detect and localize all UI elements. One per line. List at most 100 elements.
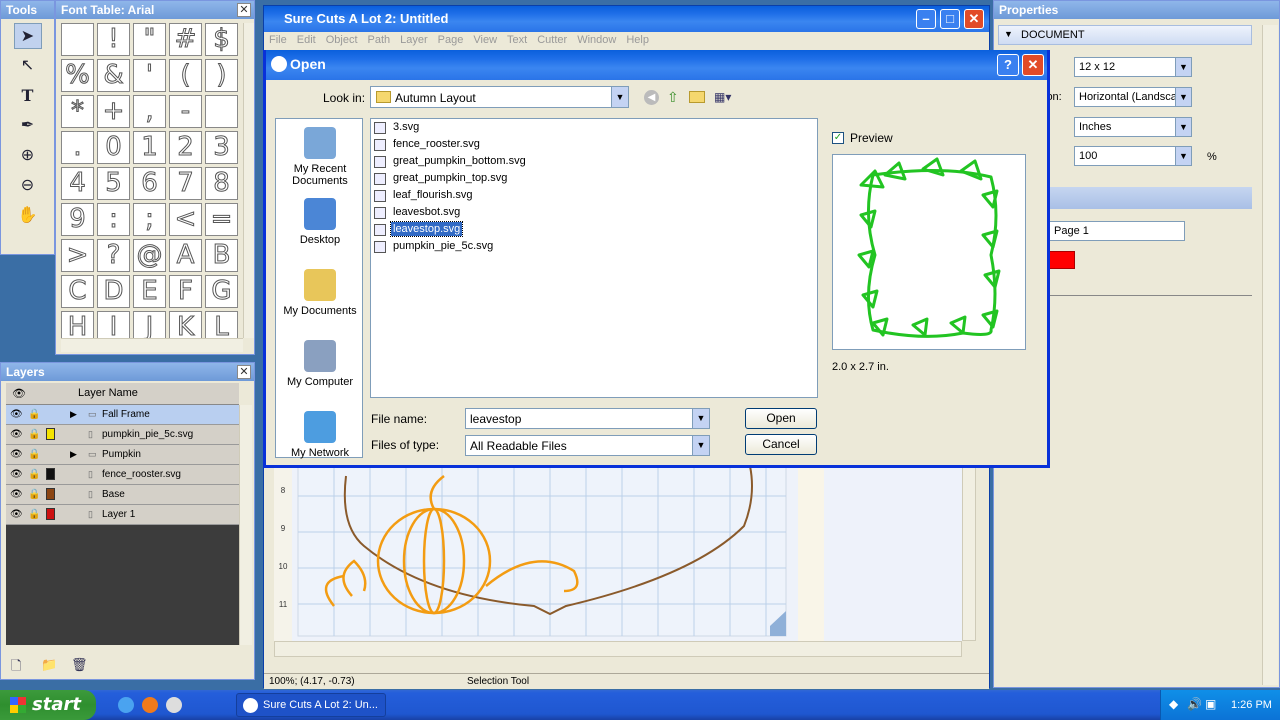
chevron-down-icon[interactable]: ▼: [692, 409, 709, 428]
lock-icon[interactable]: 🔒: [28, 449, 40, 460]
properties-scrollbar[interactable]: [1262, 25, 1278, 685]
font-table-scrollbar[interactable]: [243, 23, 254, 338]
glyph-cell[interactable]: 5: [97, 167, 130, 200]
start-button[interactable]: start: [0, 690, 96, 720]
zoom-in-icon[interactable]: ⊕: [14, 143, 42, 169]
collapse-icon[interactable]: ▼: [1004, 29, 1013, 39]
layer-row[interactable]: 👁 🔒 ▶ ▭ Pumpkin: [6, 445, 239, 465]
glyph-cell[interactable]: I: [97, 311, 130, 338]
glyph-cell[interactable]: J: [133, 311, 166, 338]
layer-color-swatch[interactable]: [46, 488, 55, 500]
glyph-cell[interactable]: B: [205, 239, 238, 272]
help-icon[interactable]: ?: [997, 54, 1019, 76]
delete-layer-icon[interactable]: 🗑: [71, 657, 88, 673]
preview-checkbox[interactable]: ✓: [832, 132, 844, 144]
back-icon[interactable]: ◀: [644, 90, 659, 105]
orientation-select[interactable]: Horizontal (Landscap ▼: [1074, 87, 1192, 107]
canvas-hscrollbar[interactable]: [274, 641, 962, 657]
place-recent-documents[interactable]: My Recent Documents: [276, 127, 364, 187]
layer-color-swatch[interactable]: [46, 468, 55, 480]
file-item[interactable]: 3.svg: [374, 121, 421, 136]
file-item[interactable]: pumpkin_pie_5c.svg: [374, 240, 495, 255]
menu-item-edit[interactable]: Edit: [292, 32, 321, 48]
glyph-cell[interactable]: 0: [97, 131, 130, 164]
minimize-icon[interactable]: –: [916, 9, 936, 29]
glyph-cell[interactable]: &: [97, 59, 130, 92]
layer-row[interactable]: 👁 🔒 ▯ Base: [6, 485, 239, 505]
glyph-cell[interactable]: ?: [97, 239, 130, 272]
glyph-cell[interactable]: -: [169, 95, 202, 128]
eye-icon[interactable]: 👁: [10, 509, 23, 520]
layer-color-swatch[interactable]: [46, 428, 55, 440]
text-tool-icon[interactable]: T: [14, 83, 42, 109]
zoom-out-icon[interactable]: ⊖: [14, 173, 42, 199]
glyph-cell[interactable]: $: [205, 23, 238, 56]
menu-item-layer[interactable]: Layer: [395, 32, 433, 48]
units-select[interactable]: Inches ▼: [1074, 117, 1192, 137]
glyph-cell[interactable]: [205, 95, 238, 128]
file-item[interactable]: leaf_flourish.svg: [374, 189, 475, 204]
hand-tool-icon[interactable]: ✋: [14, 203, 42, 229]
glyph-cell[interactable]: @: [133, 239, 166, 272]
glyph-cell[interactable]: E: [133, 275, 166, 308]
glyph-cell[interactable]: +: [97, 95, 130, 128]
glyph-cell[interactable]: ;: [133, 203, 166, 236]
expand-icon[interactable]: ▶: [70, 449, 77, 460]
tray-icon[interactable]: ◆: [1169, 697, 1178, 711]
layers-scrollbar[interactable]: [239, 405, 252, 645]
glyph-cell[interactable]: *: [61, 95, 94, 128]
glyph-cell[interactable]: #: [169, 23, 202, 56]
new-folder-icon[interactable]: [689, 91, 705, 103]
glyph-cell[interactable]: <: [169, 203, 202, 236]
ie-icon[interactable]: [118, 697, 134, 713]
zoom-select[interactable]: 100 ▼: [1074, 146, 1192, 166]
eye-icon[interactable]: 👁: [10, 449, 23, 460]
glyph-cell[interactable]: F: [169, 275, 202, 308]
size-select[interactable]: 12 x 12 ▼: [1074, 57, 1192, 77]
pen-tool-icon[interactable]: ✒: [14, 113, 42, 139]
glyph-cell[interactable]: 4: [61, 167, 94, 200]
lock-icon[interactable]: 🔒: [28, 429, 40, 440]
glyph-cell[interactable]: A: [169, 239, 202, 272]
menu-item-file[interactable]: File: [264, 32, 292, 48]
eye-icon[interactable]: 👁: [10, 489, 23, 500]
layer-row[interactable]: 👁 🔒 ▯ Layer 1: [6, 505, 239, 525]
firefox-icon[interactable]: [142, 697, 158, 713]
font-table-hscrollbar[interactable]: [61, 338, 243, 352]
glyph-cell[interactable]: :: [97, 203, 130, 236]
file-type-select[interactable]: All Readable Files ▼: [465, 435, 710, 456]
eye-icon[interactable]: 👁: [10, 429, 23, 440]
eye-icon[interactable]: 👁: [10, 469, 23, 480]
file-name-input[interactable]: leavestop ▼: [465, 408, 710, 429]
page-name-field[interactable]: Page 1: [1049, 221, 1185, 241]
view-menu-icon[interactable]: ▦▾: [714, 90, 731, 104]
glyph-cell[interactable]: K: [169, 311, 202, 338]
glyph-cell[interactable]: [61, 23, 94, 56]
glyph-cell[interactable]: C: [61, 275, 94, 308]
menu-item-object[interactable]: Object: [321, 32, 363, 48]
place-my-computer[interactable]: My Computer: [276, 340, 364, 388]
network-icon[interactable]: ▣: [1205, 697, 1216, 711]
design-canvas[interactable]: 8 9 10 11: [274, 466, 974, 641]
glyph-cell[interactable]: .: [61, 131, 94, 164]
layer-color-swatch[interactable]: [46, 508, 55, 520]
menu-item-path[interactable]: Path: [363, 32, 396, 48]
glyph-cell[interactable]: G: [205, 275, 238, 308]
document-section-header[interactable]: ▼ DOCUMENT: [998, 25, 1252, 45]
new-folder-icon[interactable]: 📁: [41, 657, 57, 673]
open-button[interactable]: Open: [745, 408, 817, 429]
file-item[interactable]: fence_rooster.svg: [374, 138, 482, 153]
close-icon[interactable]: ✕: [237, 3, 251, 17]
node-tool-icon[interactable]: ↖: [14, 53, 42, 79]
lock-icon[interactable]: 🔒: [28, 489, 40, 500]
close-icon[interactable]: ✕: [237, 365, 251, 379]
lock-icon[interactable]: 🔒: [28, 469, 40, 480]
glyph-cell[interactable]: (: [169, 59, 202, 92]
volume-icon[interactable]: 🔊: [1187, 697, 1202, 711]
glyph-cell[interactable]: L: [205, 311, 238, 338]
layer-color-swatch[interactable]: [46, 408, 55, 420]
glyph-cell[interactable]: H: [61, 311, 94, 338]
cancel-button[interactable]: Cancel: [745, 434, 817, 455]
glyph-cell[interactable]: 1: [133, 131, 166, 164]
file-list[interactable]: 3.svg fence_rooster.svg great_pumpkin_bott…: [370, 118, 818, 398]
